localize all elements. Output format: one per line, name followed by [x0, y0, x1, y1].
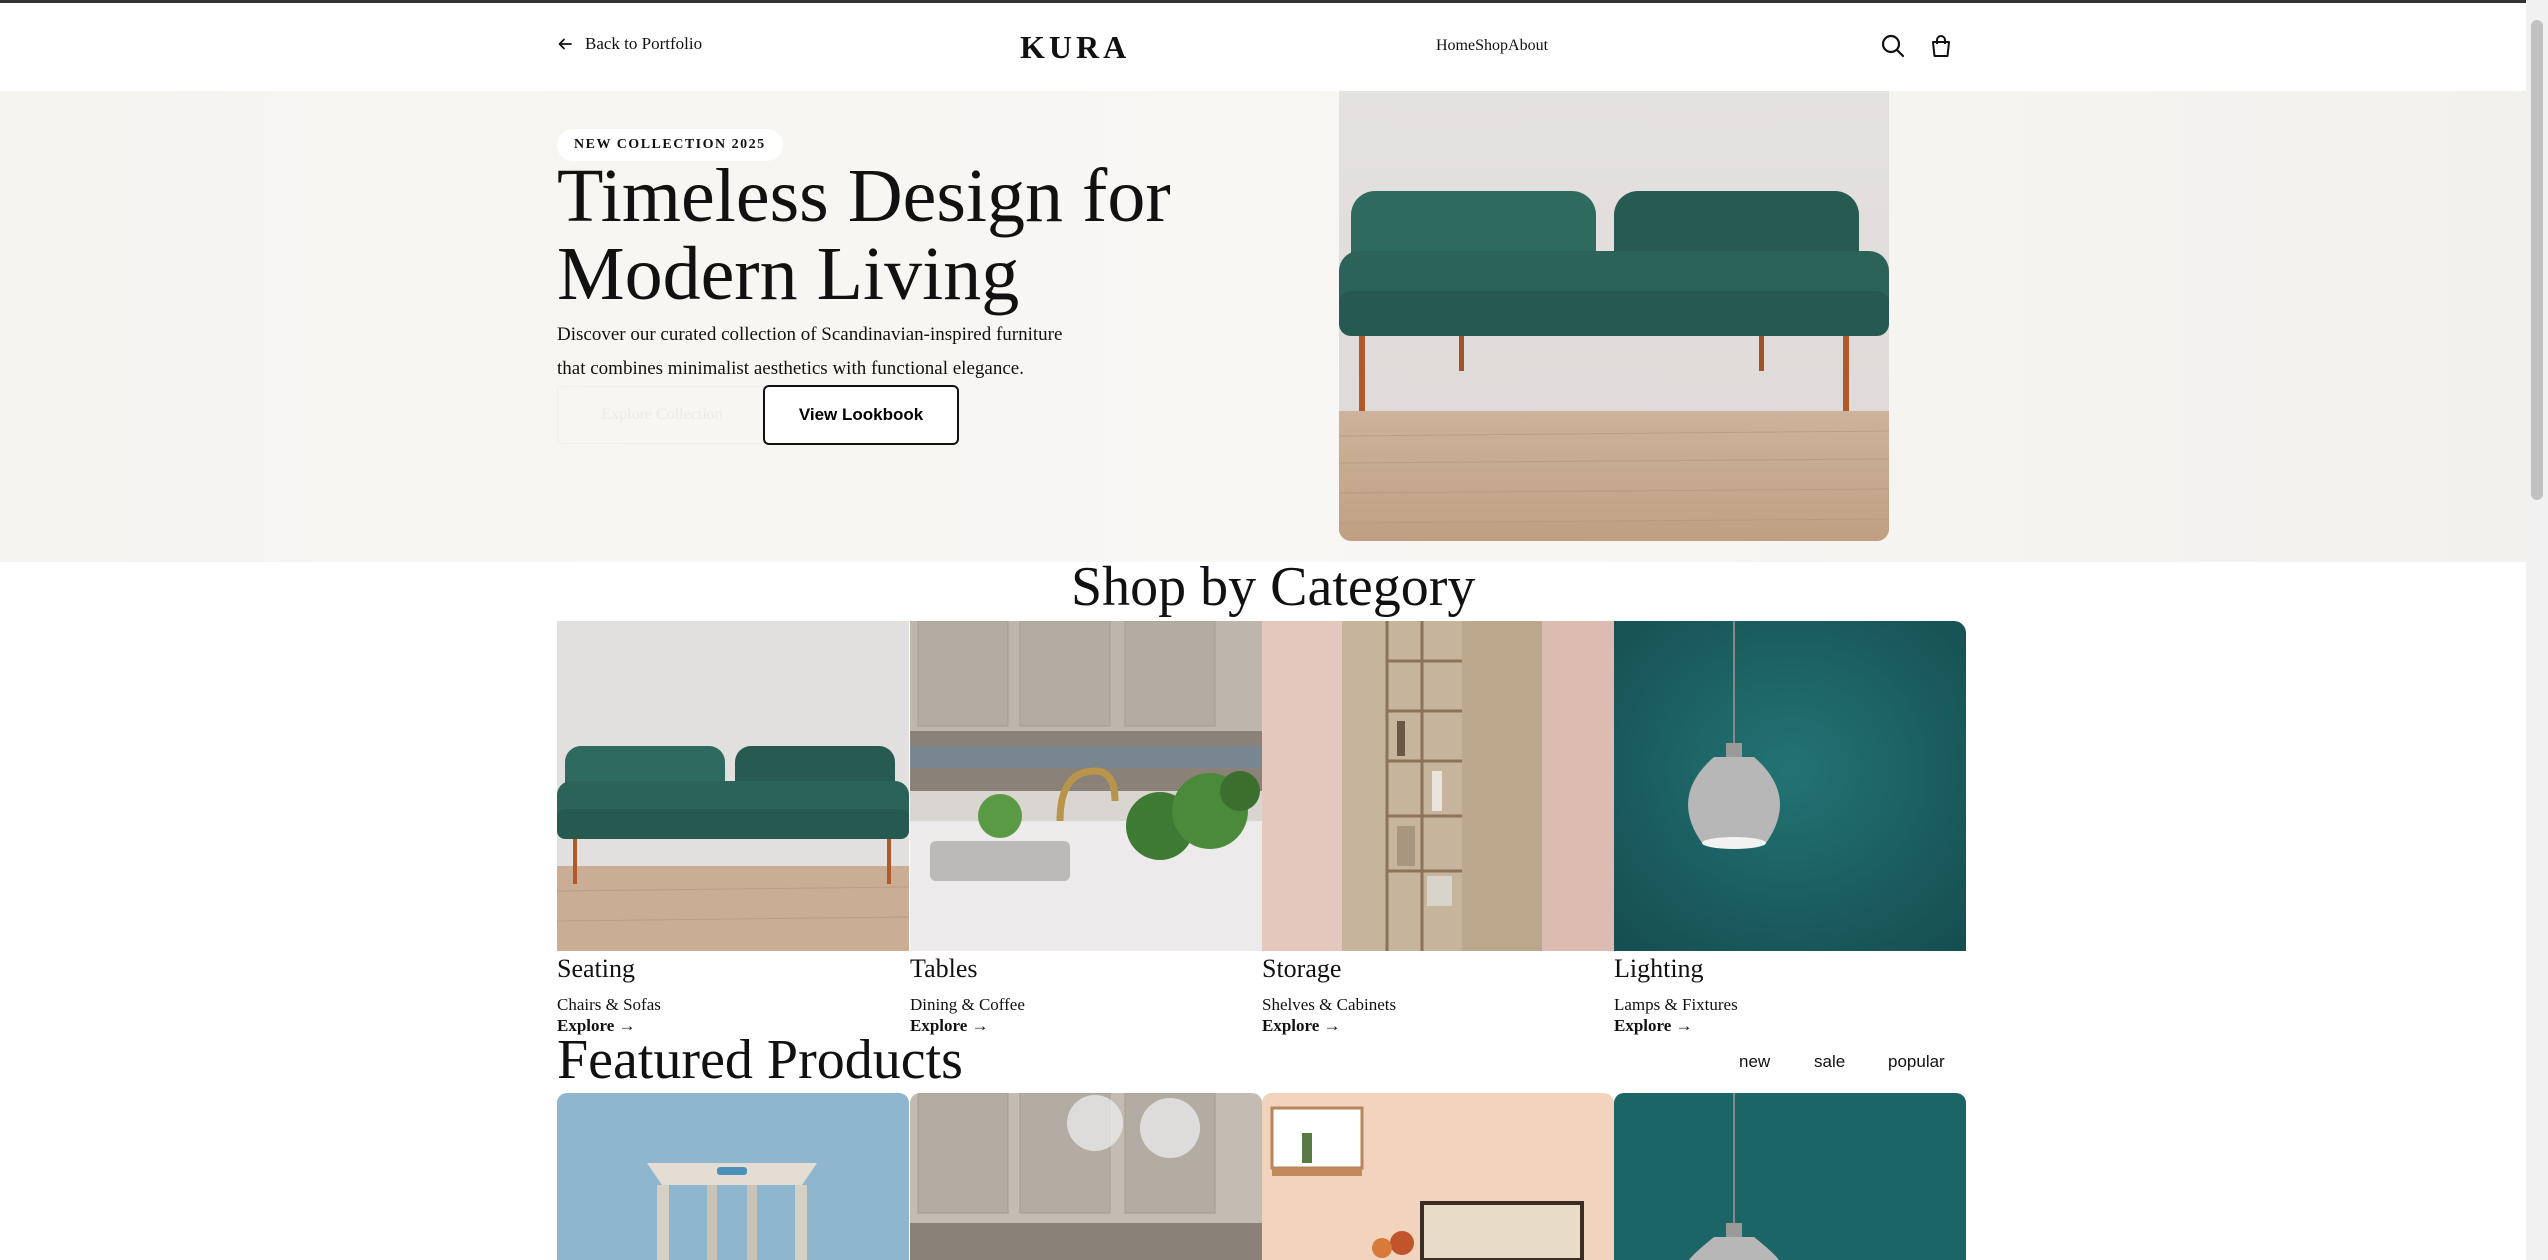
category-section-title: Shop by Category	[1071, 556, 1476, 618]
main-nav: Home Shop About	[1436, 37, 1548, 55]
category-card-tables[interactable]: Tables Dining & Coffee Explore →	[910, 621, 1262, 1036]
category-card-seating[interactable]: Seating Chairs & Sofas Explore →	[557, 621, 909, 1036]
hero-description-line-2: that combines minimalist aesthetics with…	[557, 358, 1024, 379]
page-scrollbar[interactable]	[2526, 0, 2548, 1260]
hero-sofa-image	[1339, 91, 1889, 541]
hero-title-line-2: Modern Living	[557, 232, 1020, 316]
filter-new[interactable]: new	[1739, 1052, 1770, 1072]
back-link-label: Back to Portfolio	[585, 34, 703, 53]
hero-section: NEW COLLECTION 2025 Timeless Design for …	[0, 91, 2526, 562]
category-name: Tables	[910, 954, 978, 983]
site-header: Back to Portfolio KURA Home Shop About	[0, 3, 2526, 91]
filter-popular[interactable]: popular	[1888, 1052, 1945, 1072]
category-name: Storage	[1262, 954, 1342, 983]
cart-button[interactable]	[1928, 33, 1954, 59]
lighting-image	[1614, 621, 1966, 951]
shopping-bag-icon	[1932, 35, 1950, 57]
explore-collection-button[interactable]: Explore Collection	[557, 386, 767, 444]
product-card-shelf[interactable]	[1262, 1093, 1614, 1260]
product-card-lamp[interactable]	[1614, 1093, 1966, 1260]
back-to-portfolio-link[interactable]: Back to Portfolio	[557, 34, 702, 54]
category-name: Seating	[557, 954, 635, 983]
category-name: Lighting	[1614, 954, 1704, 983]
category-subtitle: Shelves & Cabinets	[1262, 995, 1397, 1014]
product-card-stool[interactable]	[557, 1093, 909, 1260]
product-image	[1262, 1093, 1614, 1260]
product-image	[1614, 1093, 1966, 1260]
nav-item-shop[interactable]: Shop	[1475, 37, 1508, 55]
seating-image	[557, 621, 909, 951]
brand-logo[interactable]: KURA	[1020, 29, 1130, 66]
category-subtitle: Chairs & Sofas	[557, 995, 661, 1014]
category-subtitle: Dining & Coffee	[910, 995, 1025, 1014]
product-image	[557, 1093, 909, 1260]
category-card-storage[interactable]: Storage Shelves & Cabinets Explore →	[1262, 621, 1614, 1036]
storage-image	[1262, 621, 1614, 951]
nav-item-home[interactable]: Home	[1436, 37, 1475, 55]
hero-description-line-1: Discover our curated collection of Scand…	[557, 324, 1063, 345]
featured-section-title: Featured Products	[557, 1029, 963, 1091]
category-subtitle: Lamps & Fixtures	[1614, 995, 1738, 1014]
hero-title: Timeless Design for Modern Living	[557, 157, 1217, 313]
tables-image	[910, 621, 1262, 951]
hero-description: Discover our curated collection of Scand…	[557, 318, 1117, 386]
scrollbar-thumb[interactable]	[2531, 20, 2543, 500]
product-card-kitchen[interactable]	[910, 1093, 1262, 1260]
arrow-left-icon	[558, 38, 572, 50]
search-icon	[1881, 34, 1905, 58]
view-lookbook-button[interactable]: View Lookbook	[763, 385, 959, 445]
explore-link[interactable]: Explore →	[1262, 1015, 1614, 1036]
category-card-lighting[interactable]: Lighting Lamps & Fixtures Explore →	[1614, 621, 1966, 1036]
product-image	[910, 1093, 1262, 1260]
filter-sale[interactable]: sale	[1814, 1052, 1845, 1072]
hero-title-line-1: Timeless Design for	[557, 154, 1171, 238]
search-button[interactable]	[1880, 33, 1906, 59]
nav-item-about[interactable]: About	[1508, 37, 1548, 55]
explore-link[interactable]: Explore →	[1614, 1015, 1966, 1036]
